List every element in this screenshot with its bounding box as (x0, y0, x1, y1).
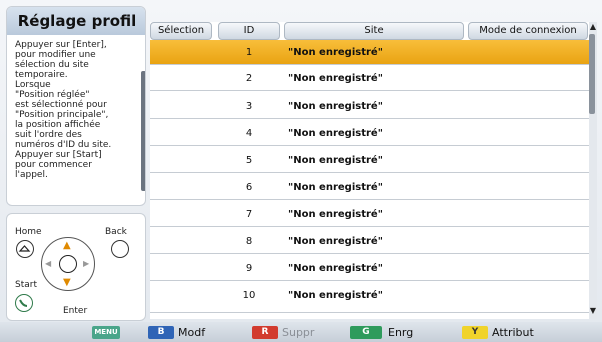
table-row[interactable]: 9 "Non enregistré" (150, 256, 590, 281)
cell-site: "Non enregistré" (288, 209, 383, 220)
menu-key[interactable]: MENU (92, 326, 120, 339)
remote-diagram: Home Back ▲ ▼ ◀ ▶ Start Enter (6, 213, 146, 321)
left-arrow-icon: ◀ (45, 259, 52, 268)
down-arrow-icon: ▼ (63, 277, 71, 288)
table-row[interactable]: 2 "Non enregistré" (150, 66, 590, 91)
table-row[interactable]: 3 "Non enregistré" (150, 94, 590, 119)
yellow-key[interactable]: Y (462, 326, 488, 339)
col-id[interactable]: ID (218, 22, 280, 40)
screen: Réglage profil Appuyer sur [Enter], pour… (0, 0, 602, 342)
cell-id: 8 (245, 236, 253, 247)
attribute-label: Attribut (492, 326, 534, 339)
delete-label: Suppr (282, 326, 315, 339)
table-row[interactable]: 4 "Non enregistré" (150, 121, 590, 146)
col-selection[interactable]: Sélection (150, 22, 212, 40)
col-connection-mode[interactable]: Mode de connexion (468, 22, 588, 40)
panel-title: Réglage profil (7, 7, 145, 35)
bottom-key-bar: MENU B Modf R Suppr G Enrg Y Attribut (0, 322, 602, 342)
modify-label: Modf (178, 326, 206, 339)
back-icon (111, 240, 129, 258)
start-label: Start (15, 280, 37, 290)
cell-site: "Non enregistré" (288, 47, 383, 58)
help-panel: Réglage profil Appuyer sur [Enter], pour… (6, 6, 146, 206)
table-scrollbar[interactable]: ▲ ▼ (589, 22, 597, 319)
cell-site: "Non enregistré" (288, 236, 383, 247)
right-arrow-icon: ▶ (83, 259, 90, 268)
save-label: Enrg (388, 326, 414, 339)
cell-site: "Non enregistré" (288, 290, 383, 301)
cell-site: "Non enregistré" (288, 263, 383, 274)
cell-id: 1 (245, 47, 253, 58)
table-row[interactable]: 8 "Non enregistré" (150, 229, 590, 254)
table-header: Sélection ID Site Mode de connexion (150, 22, 590, 40)
table-row[interactable]: 10 "Non enregistré" (150, 283, 590, 313)
cell-site: "Non enregistré" (288, 155, 383, 166)
home-icon (16, 240, 34, 258)
help-text: Appuyer sur [Enter], pour modifier une s… (15, 40, 112, 180)
help-scrollbar[interactable] (141, 71, 145, 191)
cell-id: 3 (245, 101, 253, 112)
cell-id: 2 (245, 73, 253, 84)
red-key[interactable]: R (252, 326, 278, 339)
cell-id: 10 (242, 290, 256, 301)
cell-id: 7 (245, 209, 253, 220)
cell-site: "Non enregistré" (288, 73, 383, 84)
cell-id: 6 (245, 182, 253, 193)
table-row[interactable]: 1 "Non enregistré" (150, 40, 590, 65)
green-key[interactable]: G (350, 326, 382, 339)
scroll-up-icon[interactable]: ▲ (589, 22, 597, 32)
table-row[interactable]: 6 "Non enregistré" (150, 175, 590, 200)
cell-id: 5 (245, 155, 253, 166)
enter-button-icon (59, 255, 77, 273)
table-row[interactable]: 5 "Non enregistré" (150, 148, 590, 173)
enter-label: Enter (63, 306, 88, 316)
table-row[interactable]: 7 "Non enregistré" (150, 202, 590, 227)
scroll-thumb[interactable] (589, 34, 595, 114)
back-label: Back (105, 227, 127, 237)
cell-site: "Non enregistré" (288, 128, 383, 139)
home-label: Home (15, 227, 42, 237)
cell-site: "Non enregistré" (288, 182, 383, 193)
col-site[interactable]: Site (284, 22, 464, 40)
scroll-down-icon[interactable]: ▼ (589, 306, 597, 316)
start-icon (15, 294, 33, 312)
blue-key[interactable]: B (148, 326, 174, 339)
cell-id: 4 (245, 128, 253, 139)
cell-id: 9 (245, 263, 253, 274)
cell-site: "Non enregistré" (288, 101, 383, 112)
up-arrow-icon: ▲ (63, 240, 71, 251)
